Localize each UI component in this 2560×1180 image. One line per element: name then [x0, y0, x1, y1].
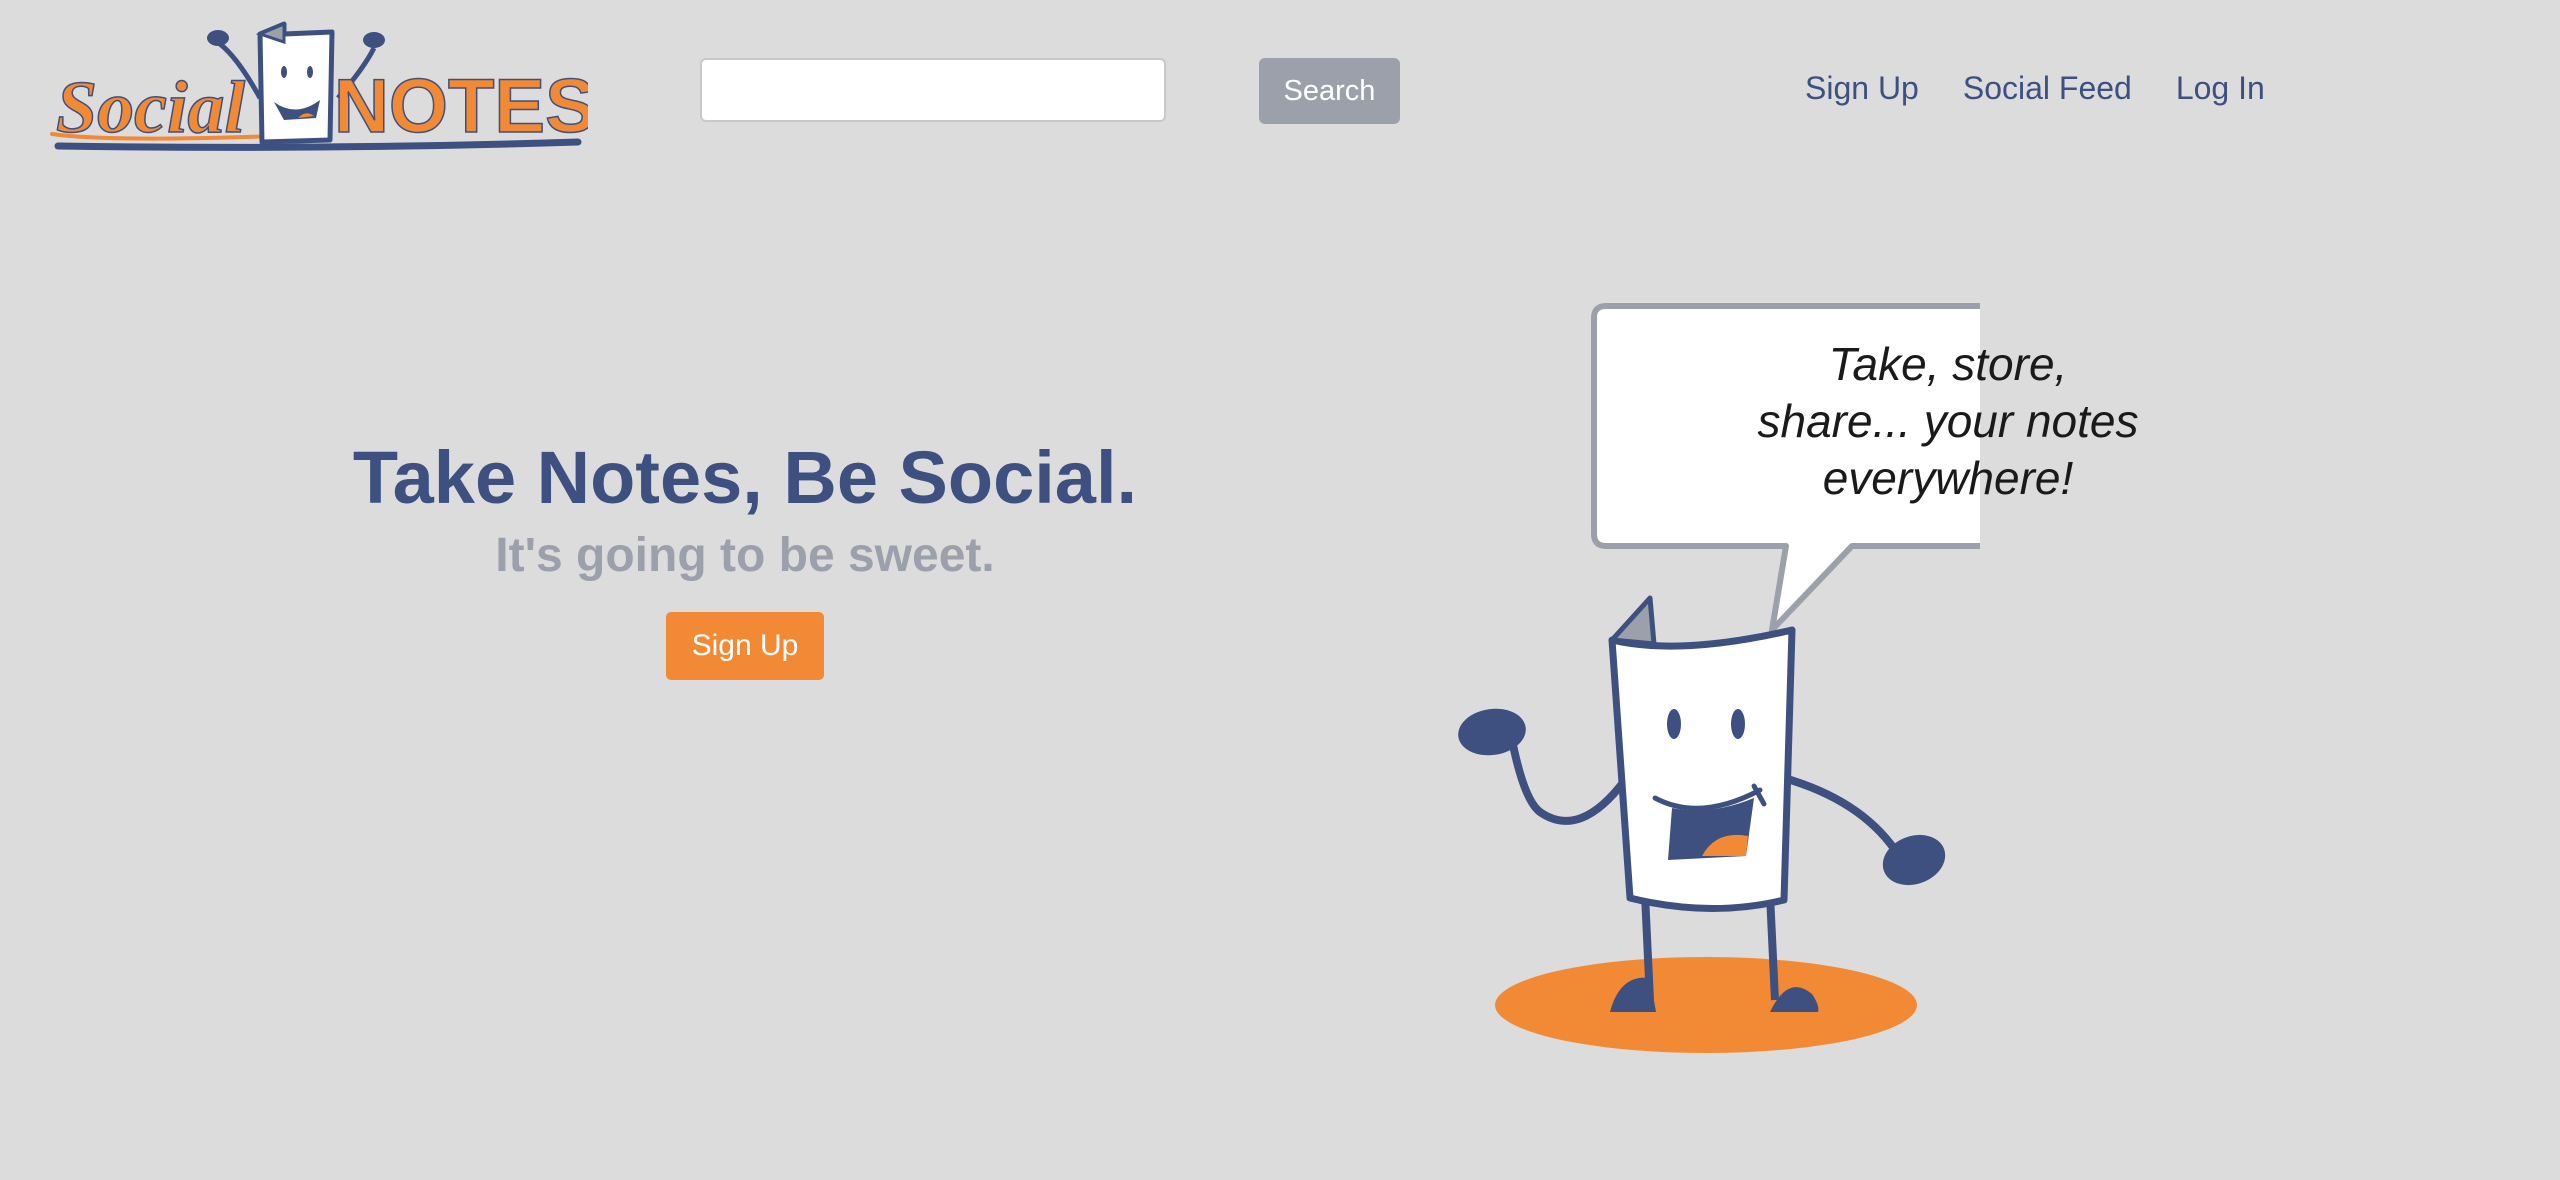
landing-page: Social NOTES Search Sign Up Social Feed …	[0, 0, 2560, 1180]
search-button[interactable]: Search	[1259, 58, 1400, 124]
top-nav: Sign Up Social Feed Log In	[1805, 70, 2265, 107]
hero-subtitle: It's going to be sweet.	[495, 529, 995, 582]
hero-section: Take Notes, Be Social. It's going to be …	[245, 432, 1245, 680]
social-notes-logo[interactable]: Social NOTES	[48, 18, 588, 158]
hero-title: Take Notes, Be Social.	[352, 436, 1138, 519]
speech-line-3: everywhere!	[1822, 452, 2074, 504]
nav-social-feed-link[interactable]: Social Feed	[1963, 70, 2132, 107]
speech-line-1: Take, store,	[1828, 338, 2068, 390]
logo-text-notes: NOTES	[334, 64, 588, 149]
search-input[interactable]	[700, 58, 1166, 122]
speech-line-2: share... your notes	[1757, 395, 2139, 447]
nav-login-link[interactable]: Log In	[2176, 70, 2265, 107]
logo-text-social: Social	[56, 67, 246, 149]
hero-signup-button[interactable]: Sign Up	[665, 612, 825, 680]
nav-signup-link[interactable]: Sign Up	[1805, 70, 1919, 107]
speech-bubble-text: Take, store, share... your notes everywh…	[1735, 336, 2161, 507]
